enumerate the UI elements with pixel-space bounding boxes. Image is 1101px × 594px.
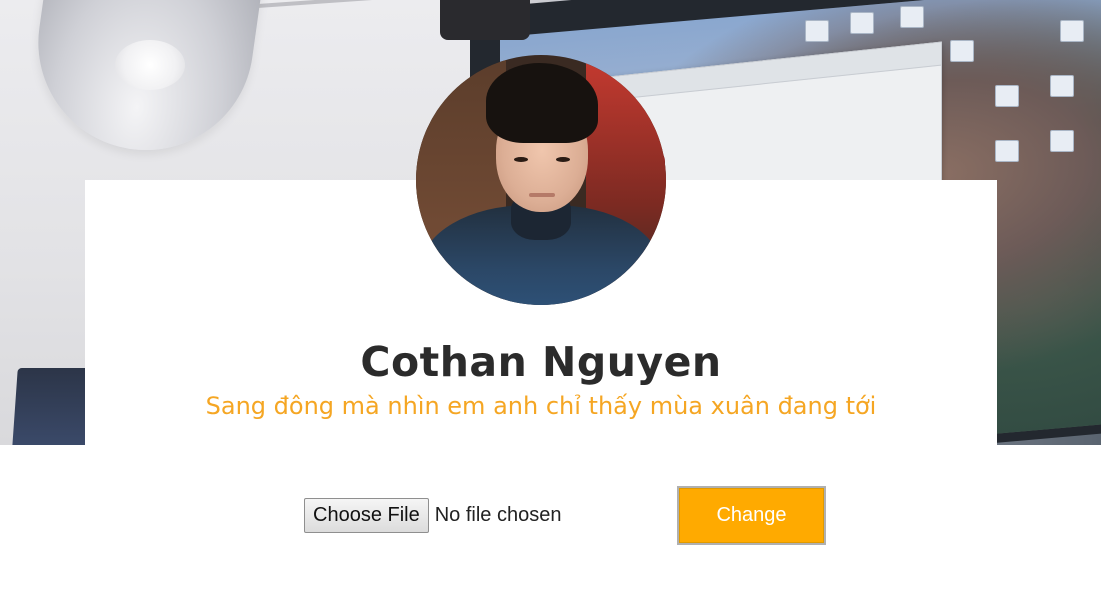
profile-avatar [416,55,666,305]
laptop-image [12,368,96,445]
profile-name: Cothan Nguyen [360,338,722,386]
profile-tagline: Sang đông mà nhìn em anh chỉ thấy mùa xu… [205,392,877,420]
change-button[interactable]: Change [677,486,826,545]
file-input[interactable]: Choose File No file chosen [304,498,561,533]
avatar-upload-form: Choose File No file chosen Change [0,445,1101,594]
profile-page: Cothan Nguyen Sang đông mà nhìn em anh c… [0,0,1101,594]
choose-file-button[interactable]: Choose File [304,498,429,533]
file-status-text: No file chosen [434,504,562,526]
